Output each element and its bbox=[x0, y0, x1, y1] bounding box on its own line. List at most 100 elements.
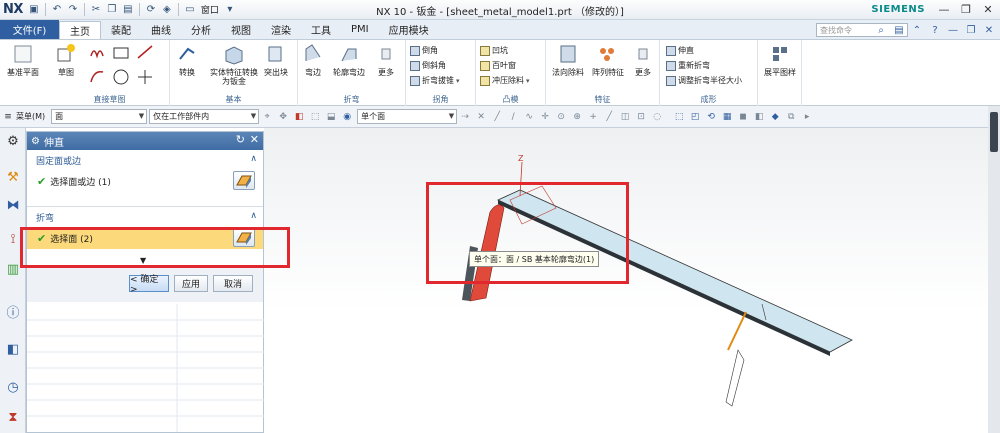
flat-pattern-button[interactable]: 展平图样 bbox=[760, 43, 800, 77]
form-item[interactable]: 伸直 bbox=[666, 45, 694, 56]
orient-view-icon[interactable]: ▦ bbox=[721, 111, 733, 123]
cancel-button[interactable]: 取消 bbox=[213, 275, 253, 292]
help-icon[interactable]: ? bbox=[928, 23, 942, 37]
corner-item[interactable]: 倒角 bbox=[410, 45, 438, 56]
sketch-button[interactable]: 草图 bbox=[46, 43, 86, 77]
collapse-icon[interactable]: ∧ bbox=[250, 211, 257, 221]
clip-icon[interactable]: ⧉ bbox=[785, 111, 797, 123]
undo-icon[interactable]: ↶ bbox=[50, 3, 64, 17]
select-fixed-face-row[interactable]: ✔ 选择面或边 (1) bbox=[27, 170, 263, 192]
corner-item[interactable]: 折弯拔锥 ▾ bbox=[410, 75, 460, 86]
lower-flange[interactable] bbox=[725, 349, 745, 407]
chevron-down-icon[interactable]: ▾ bbox=[456, 77, 460, 85]
window-menu[interactable]: 窗口 bbox=[199, 3, 221, 16]
snap-icon[interactable]: ⌖ bbox=[261, 111, 273, 123]
tab-feature-button[interactable]: 突出块 bbox=[258, 43, 294, 77]
collapse-icon[interactable]: ∧ bbox=[250, 154, 257, 164]
vertical-scrollbar[interactable] bbox=[988, 106, 1000, 433]
emboss-item[interactable]: 冲压除料 ▾ bbox=[480, 75, 530, 86]
face-rule-icon[interactable]: ◉ bbox=[341, 111, 353, 123]
contour-flange-button[interactable]: 轮廓弯边 bbox=[330, 43, 368, 77]
menu-icon[interactable]: ≡ bbox=[2, 111, 14, 123]
minimize-icon[interactable]: — bbox=[934, 1, 954, 17]
scrollbar-thumb[interactable] bbox=[990, 112, 998, 152]
close-icon[interactable]: ✕ bbox=[978, 1, 998, 17]
snap-quadrant-icon[interactable]: ⊕ bbox=[571, 111, 583, 123]
collapse-ribbon-icon[interactable]: ⌃ bbox=[910, 23, 924, 37]
chevron-down-icon[interactable]: ▾ bbox=[223, 3, 237, 17]
snap-on-curve-icon[interactable]: ╱ bbox=[603, 111, 615, 123]
more-feature-button[interactable]: 更多 bbox=[628, 43, 658, 77]
settings-icon[interactable]: ⚙ bbox=[4, 132, 22, 150]
render-style-icon[interactable]: ◼ bbox=[737, 111, 749, 123]
snap-bounded-icon[interactable]: ⊡ bbox=[635, 111, 647, 123]
convert-button[interactable]: 转换 bbox=[172, 43, 202, 77]
history-icon[interactable]: ◧ bbox=[4, 340, 22, 358]
view-cube-icon[interactable]: ◆ bbox=[769, 111, 781, 123]
history-clock-icon[interactable]: ◷ bbox=[4, 378, 22, 396]
corner-item[interactable]: 倒斜角 bbox=[410, 60, 446, 71]
zoom-icon[interactable]: ◰ bbox=[689, 111, 701, 123]
tab-view[interactable]: 视图 bbox=[221, 20, 261, 39]
touch-mode-icon[interactable]: ◈ bbox=[160, 3, 174, 17]
repeat-command-icon[interactable]: ⟳ bbox=[144, 3, 158, 17]
face-rule-select[interactable]: 单个面 ▼ bbox=[357, 109, 458, 124]
snap-curve-icon[interactable]: ∕ bbox=[507, 111, 519, 123]
web-browser-icon[interactable]: ⓘ bbox=[4, 302, 22, 321]
fixed-face-section[interactable]: 固定面或边 ∧ bbox=[27, 150, 263, 170]
search-icon[interactable]: ⌕ bbox=[874, 23, 888, 37]
background-icon[interactable]: ◧ bbox=[753, 111, 765, 123]
snap-existing-icon[interactable]: ◌ bbox=[651, 111, 663, 123]
bend-section[interactable]: 折弯 ∧ bbox=[27, 207, 263, 227]
flange-button[interactable]: 弯边 bbox=[296, 43, 330, 77]
tab-curve[interactable]: 曲线 bbox=[141, 20, 181, 39]
restore-icon[interactable]: ❐ bbox=[964, 23, 978, 37]
tab-pmi[interactable]: PMI bbox=[341, 20, 379, 39]
sketch-tools-icon[interactable] bbox=[88, 44, 168, 90]
emboss-item[interactable]: 凹坑 bbox=[480, 45, 508, 56]
select-face-button[interactable] bbox=[233, 171, 255, 190]
tab-tools[interactable]: 工具 bbox=[301, 20, 341, 39]
redo-icon[interactable]: ↷ bbox=[66, 3, 80, 17]
general-select-icon[interactable]: ⬚ bbox=[309, 111, 321, 123]
close-icon[interactable]: ✕ bbox=[982, 23, 996, 37]
type-filter-select[interactable]: 面 ▼ bbox=[51, 109, 148, 124]
tab-home[interactable]: 主页 bbox=[59, 21, 101, 39]
chevron-down-icon[interactable]: ▾ bbox=[526, 77, 530, 85]
apply-button[interactable]: 应用 bbox=[174, 275, 208, 292]
snap-point-icon[interactable]: + bbox=[587, 111, 599, 123]
snap-face-icon[interactable]: ◫ bbox=[619, 111, 631, 123]
assembly-navigator-icon[interactable]: ⧓ bbox=[4, 196, 22, 214]
ribbon-options-icon[interactable]: ▤ bbox=[892, 23, 906, 37]
pattern-feature-button[interactable]: 阵列特征 bbox=[588, 43, 628, 77]
main-menu-button[interactable]: 菜单(M) bbox=[16, 111, 45, 122]
normal-cutout-button[interactable]: 法向除料 bbox=[548, 43, 588, 77]
snap-center-icon[interactable]: ⊙ bbox=[555, 111, 567, 123]
snap-endpoint-icon[interactable]: ⇢ bbox=[459, 111, 471, 123]
tab-assembly[interactable]: 装配 bbox=[101, 20, 141, 39]
select-all-icon[interactable]: ✥ bbox=[277, 111, 289, 123]
tab-applications[interactable]: 应用模块 bbox=[379, 20, 439, 39]
solid-to-sheet-button[interactable]: 实体特征转换为钣金 bbox=[210, 43, 258, 86]
select-filter-icon[interactable]: ◧ bbox=[293, 111, 305, 123]
restore-icon[interactable]: ❐ bbox=[956, 1, 976, 17]
reset-icon[interactable]: ↻ bbox=[236, 133, 245, 146]
file-menu[interactable]: 文件(F) bbox=[0, 20, 59, 39]
save-icon[interactable]: ▣ bbox=[27, 3, 41, 17]
window-icon[interactable]: ▭ bbox=[183, 3, 197, 17]
cut-icon[interactable]: ✂ bbox=[89, 3, 103, 17]
more-bend-button[interactable]: 更多 bbox=[370, 43, 402, 77]
part-navigator-icon[interactable]: ⚒ bbox=[4, 168, 22, 186]
selection-scope-select[interactable]: 仅在工作部件内 ▼ bbox=[149, 109, 260, 124]
rotate-icon[interactable]: ⟲ bbox=[705, 111, 717, 123]
tab-analysis[interactable]: 分析 bbox=[181, 20, 221, 39]
tab-render[interactable]: 渲染 bbox=[261, 20, 301, 39]
ok-button[interactable]: < 确定 > bbox=[129, 275, 169, 295]
copy-icon[interactable]: ❐ bbox=[105, 3, 119, 17]
paste-icon[interactable]: ▤ bbox=[121, 3, 135, 17]
more-view-icon[interactable]: ▸ bbox=[801, 111, 813, 123]
datum-plane-button[interactable]: 基准平面 bbox=[3, 43, 43, 77]
gear-icon[interactable]: ⚙ bbox=[31, 136, 40, 147]
roles-icon[interactable]: ⧗ bbox=[4, 408, 22, 426]
minimize-icon[interactable]: — bbox=[946, 23, 960, 37]
